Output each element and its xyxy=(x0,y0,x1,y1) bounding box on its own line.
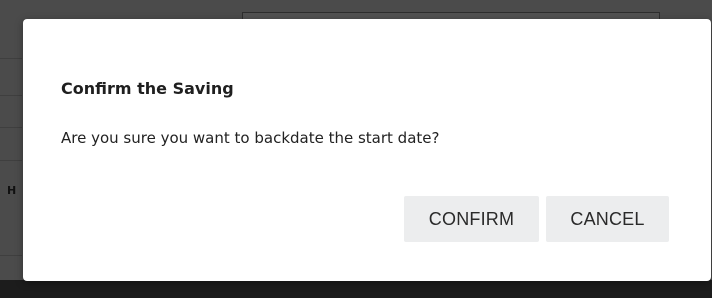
background-divider xyxy=(0,127,22,128)
background-divider xyxy=(0,160,22,161)
confirm-dialog: Confirm the Saving Are you sure you want… xyxy=(23,19,711,281)
background-footer-bar xyxy=(0,280,712,298)
confirm-button[interactable]: CONFIRM xyxy=(404,196,539,242)
dialog-message: Are you sure you want to backdate the st… xyxy=(61,129,440,147)
cancel-button[interactable]: CANCEL xyxy=(546,196,669,242)
background-divider xyxy=(0,58,22,59)
background-label-fragment: H xyxy=(7,184,17,197)
dialog-title: Confirm the Saving xyxy=(61,79,234,98)
background-divider xyxy=(0,255,22,256)
background-divider xyxy=(0,95,22,96)
